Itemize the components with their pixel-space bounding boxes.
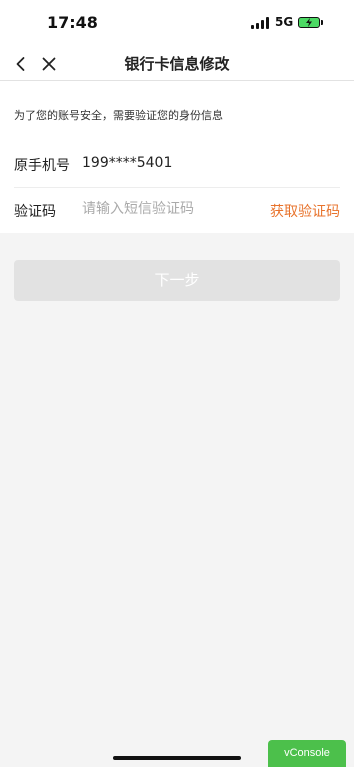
vconsole-button[interactable]: vConsole (268, 740, 346, 767)
phone-row: 原手机号 199****5401 (14, 141, 340, 188)
sms-code-input[interactable] (82, 197, 252, 221)
status-bar: 17:48 5G (0, 0, 354, 48)
network-label: 5G (275, 15, 294, 29)
battery-tip (321, 20, 323, 25)
security-hint: 为了您的账号安全，需要验证您的身份信息 (14, 109, 223, 122)
verification-form: 为了您的账号安全，需要验证您的身份信息 原手机号 199****5401 验证码… (0, 81, 354, 233)
battery-icon (298, 17, 320, 28)
home-indicator[interactable] (113, 756, 241, 760)
signal-icon (251, 17, 271, 29)
phone-label: 原手机号 (14, 158, 70, 174)
next-button[interactable]: 下一步 (14, 260, 340, 301)
code-label: 验证码 (14, 204, 56, 220)
code-row: 验证码 获取验证码 (14, 187, 340, 233)
page-title: 银行卡信息修改 (124, 55, 230, 73)
nav-bar: 银行卡信息修改 (0, 48, 354, 81)
get-code-button[interactable]: 获取验证码 (270, 201, 340, 221)
status-time: 17:48 (47, 13, 98, 32)
phone-value: 199****5401 (82, 155, 173, 171)
